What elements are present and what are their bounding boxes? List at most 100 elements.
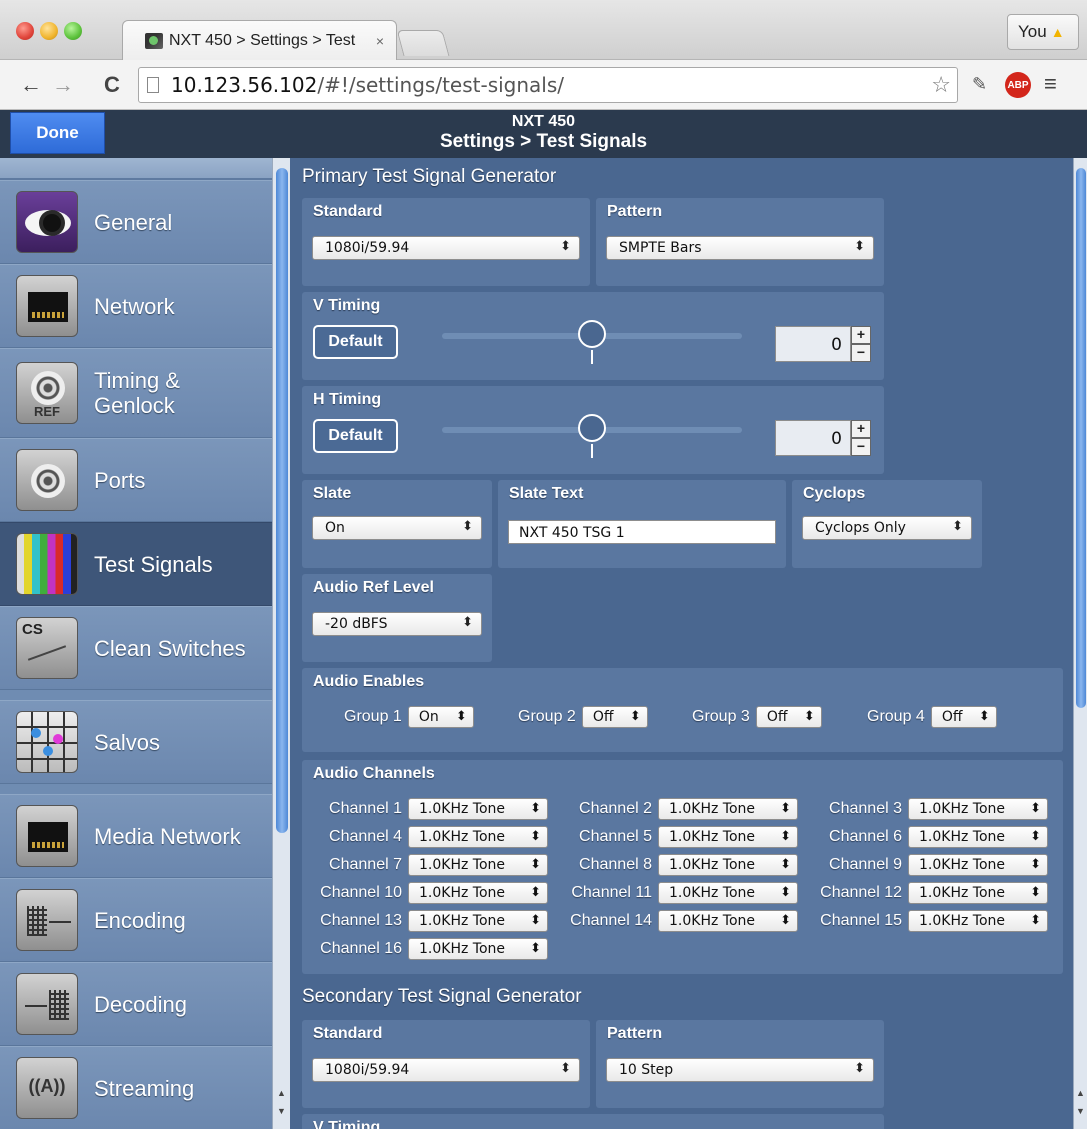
channel-11-select[interactable]: 1.0KHz Tone ⬍ [658,882,798,904]
sidebar-item-timing-genlock[interactable]: Timing & Genlock [0,348,290,438]
scroll-up-arrow-icon[interactable]: ▲ [277,1088,286,1098]
sidebar-item-clean-switches[interactable]: Clean Switches [0,606,290,690]
channel-value: 1.0KHz Tone [669,885,755,901]
channel-8-select[interactable]: 1.0KHz Tone ⬍ [658,854,798,876]
channel-value: 1.0KHz Tone [919,885,1005,901]
secondary-standard-select[interactable]: 1080i/59.94 ⬍ [312,1058,580,1082]
content-scroll-thumb[interactable] [1076,168,1086,708]
standard-select[interactable]: 1080i/59.94 ⬍ [312,236,580,260]
h-timing-default-button[interactable]: Default [313,419,398,453]
channel-13-select[interactable]: 1.0KHz Tone ⬍ [408,910,548,932]
forward-arrow-icon[interactable]: → [52,72,74,98]
h-timing-slider-tick [591,444,593,458]
cyclops-select[interactable]: Cyclops Only ⬍ [802,516,972,540]
group-1-select[interactable]: On ⬍ [407,706,474,728]
sidebar-scrollbar[interactable]: ▲ ▼ [272,158,290,1129]
sidebar-item-network[interactable]: Network [0,264,290,348]
audio-ref-panel: Audio Ref Level -20 dBFS ⬍ [302,574,492,662]
color-bars-icon [16,533,78,595]
sidebar-item-test-signals[interactable]: Test Signals [0,522,290,606]
reload-icon[interactable]: C [104,72,120,98]
hamburger-menu-icon[interactable]: ≡ [1044,71,1057,97]
channel-6-select[interactable]: 1.0KHz Tone ⬍ [908,826,1048,848]
select-arrows-icon: ⬍ [462,615,473,630]
channel-label: Channel 10 [320,884,402,901]
test-signals-content: Primary Test Signal Generator Standard 1… [290,158,1075,1129]
secondary-pattern-value: 10 Step [619,1062,674,1078]
sidebar-item-ports[interactable]: Ports [0,438,290,522]
channel-4-select[interactable]: 1.0KHz Tone ⬍ [408,826,548,848]
select-arrows-icon: ⬍ [1030,801,1041,816]
group-4-select[interactable]: Off ⬍ [930,706,997,728]
sidebar-item-encoding[interactable]: Encoding [0,878,290,962]
secondary-standard-value: 1080i/59.94 [325,1062,410,1078]
sidebar-item-decoding[interactable]: Decoding [0,962,290,1046]
v-timing-input[interactable]: 0 [775,326,851,362]
group-value: Off [766,709,788,725]
channel-16-select[interactable]: 1.0KHz Tone ⬍ [408,938,548,960]
h-timing-input[interactable]: 0 [775,420,851,456]
secondary-pattern-label: Pattern [607,1025,663,1042]
select-arrows-icon: ⬍ [530,801,541,816]
channel-3-select[interactable]: 1.0KHz Tone ⬍ [908,798,1048,820]
settings-sidebar: General Network Timing & Genlock Ports T… [0,158,290,1129]
v-timing-stepper[interactable]: + − [851,326,871,362]
app-header: Done NXT 450 Settings > Test Signals [0,110,1087,158]
audio-ref-select[interactable]: -20 dBFS ⬍ [312,612,482,636]
bookmark-star-icon[interactable]: ☆ [931,72,951,98]
select-arrows-icon: ⬍ [952,519,963,534]
h-timing-panel: H Timing Default 0 + − [302,386,884,474]
v-timing-slider-knob[interactable] [578,320,606,348]
decrement-button[interactable]: − [851,344,871,362]
content-scrollbar[interactable]: ▲ ▼ [1073,158,1087,1129]
slate-text-input[interactable]: NXT 450 TSG 1 [508,520,776,544]
channel-15-select[interactable]: 1.0KHz Tone ⬍ [908,910,1048,932]
browser-tab-active[interactable]: NXT 450 > Settings > Test × [122,20,397,60]
ref-connector-icon [16,362,78,424]
channel-14-select[interactable]: 1.0KHz Tone ⬍ [658,910,798,932]
increment-button[interactable]: + [851,420,871,438]
url-input[interactable]: 10.123.56.102/#!/settings/test-signals/ … [138,67,958,103]
pattern-select[interactable]: SMPTE Bars ⬍ [606,236,874,260]
slate-label: Slate [313,485,352,502]
group-2-select[interactable]: Off ⬍ [581,706,648,728]
scroll-down-arrow-icon[interactable]: ▼ [277,1106,286,1116]
channel-10-select[interactable]: 1.0KHz Tone ⬍ [408,882,548,904]
increment-button[interactable]: + [851,326,871,344]
channel-12-select[interactable]: 1.0KHz Tone ⬍ [908,882,1048,904]
sidebar-item-label: General [94,209,173,235]
decrement-button[interactable]: − [851,438,871,456]
channel-5-select[interactable]: 1.0KHz Tone ⬍ [658,826,798,848]
slate-select[interactable]: On ⬍ [312,516,482,540]
h-timing-stepper[interactable]: + − [851,420,871,456]
new-tab-button[interactable] [396,30,450,56]
channel-9-select[interactable]: 1.0KHz Tone ⬍ [908,854,1048,876]
secondary-pattern-select[interactable]: 10 Step ⬍ [606,1058,874,1082]
back-arrow-icon[interactable]: ← [20,72,42,98]
channel-1-select[interactable]: 1.0KHz Tone ⬍ [408,798,548,820]
channel-9-control: Channel 9 1.0KHz Tone ⬍ [812,854,1048,876]
adblock-icon[interactable]: ABP [1005,72,1031,98]
scroll-up-arrow-icon[interactable]: ▲ [1076,1088,1085,1098]
group-label: Group 2 [518,708,576,725]
wrench-icon[interactable]: ✎ [972,74,987,95]
sidebar-item-general[interactable]: General [0,180,290,264]
sidebar-item-streaming[interactable]: Streaming [0,1046,290,1129]
sidebar-item-media-network[interactable]: Media Network [0,794,290,878]
h-timing-slider-knob[interactable] [578,414,606,442]
eye-icon [16,191,78,253]
sidebar-item-salvos[interactable]: Salvos [0,700,290,784]
tab-close-icon[interactable]: × [376,33,384,49]
v-timing-default-button[interactable]: Default [313,325,398,359]
window-close-button[interactable] [16,22,34,40]
window-zoom-button[interactable] [64,22,82,40]
profile-button[interactable]: You ▲ [1007,14,1079,50]
audio-ref-label: Audio Ref Level [313,579,434,596]
window-minimize-button[interactable] [40,22,58,40]
sidebar-scroll-thumb[interactable] [276,168,288,833]
channel-7-select[interactable]: 1.0KHz Tone ⬍ [408,854,548,876]
scroll-down-arrow-icon[interactable]: ▼ [1076,1106,1085,1116]
group-3-select[interactable]: Off ⬍ [755,706,822,728]
channel-2-select[interactable]: 1.0KHz Tone ⬍ [658,798,798,820]
secondary-pattern-panel: Pattern 10 Step ⬍ [596,1020,884,1108]
